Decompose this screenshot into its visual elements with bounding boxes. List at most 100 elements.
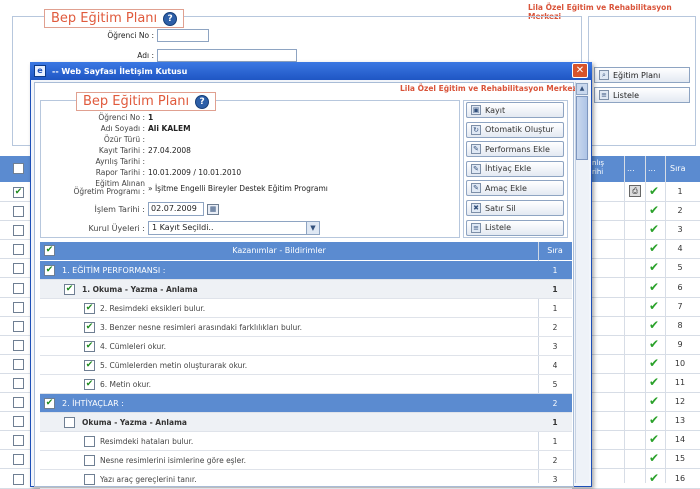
row-checkbox[interactable] (13, 339, 24, 351)
check-icon[interactable]: ✔ (649, 318, 659, 332)
row-checkbox[interactable] (13, 263, 24, 275)
check-icon[interactable]: ✔ (649, 413, 659, 427)
table-group-row: Okuma - Yazma - Anlama 1 (40, 413, 572, 432)
bg-listele-button[interactable]: ≡ Listele (594, 87, 690, 103)
row-checkbox[interactable]: ✔ (84, 322, 95, 333)
field-label: Rapor Tarihi : (95, 167, 145, 177)
calendar-icon[interactable]: ▦ (207, 203, 219, 215)
bg-name-input[interactable] (157, 49, 297, 62)
field-value: 10.01.2009 / 10.01.2010 (148, 167, 242, 177)
row-checkbox[interactable]: ✔ (13, 187, 24, 198)
check-icon[interactable]: ✔ (649, 260, 659, 274)
row-checkbox[interactable] (84, 474, 95, 485)
row-checkbox[interactable]: ✔ (64, 284, 75, 295)
row-checkbox[interactable] (13, 358, 24, 370)
select-all-checkbox[interactable]: ✔ (44, 245, 55, 256)
row-checkbox[interactable]: ✔ (84, 360, 95, 371)
trash-icon: ✖ (471, 203, 481, 213)
check-icon[interactable]: ✔ (649, 356, 659, 370)
row-checkbox[interactable] (84, 455, 95, 466)
row-checkbox[interactable]: ✔ (44, 398, 55, 409)
dialog-button[interactable]: ✎ İhtiyaç Ekle (466, 160, 564, 177)
bg-field-label: Öğrenci No : (107, 31, 154, 40)
check-icon[interactable]: ✔ (649, 337, 659, 351)
bg-select-all-checkbox[interactable] (13, 163, 24, 174)
row-checkbox[interactable] (13, 244, 24, 256)
row-checkbox[interactable]: ✔ (84, 379, 95, 390)
row-checkbox[interactable]: ✔ (44, 265, 55, 276)
check-icon[interactable]: ✔ (649, 451, 659, 465)
help-icon[interactable]: ? (195, 94, 210, 109)
bg-student-no-input[interactable] (157, 29, 209, 42)
dialog-legend: Bep Eğitim Planı ? (76, 92, 217, 111)
row-text: Okuma - Yazma - Anlama (82, 418, 187, 427)
row-checkbox[interactable]: ✔ (84, 341, 95, 352)
dialog-button[interactable]: ↻ Otomatik Oluştur (466, 121, 564, 138)
row-checkbox[interactable] (13, 301, 24, 313)
dialog-titlebar[interactable]: e -- Web Sayfası İletişim Kutusu (30, 62, 592, 80)
row-checkbox[interactable] (13, 320, 24, 332)
row-sira: 2 (552, 399, 558, 408)
row-sira: 1 (552, 266, 558, 275)
bg-egitim-plani-button[interactable]: ⌕ Eğitim Planı (594, 67, 690, 83)
row-checkbox[interactable] (13, 454, 24, 466)
check-icon[interactable]: ✔ (649, 222, 659, 236)
button-label: Satır Sil (485, 203, 516, 213)
row-sira: 2 (552, 456, 558, 465)
row-sira: 1 (552, 304, 558, 313)
kurul-select[interactable]: 1 Kayıt Seçildi.. ▼ (148, 221, 320, 235)
row-checkbox[interactable] (84, 436, 95, 447)
print-icon[interactable]: ⎙ (629, 185, 641, 197)
table-row: ✔ 6. Metin okur. 5 (40, 375, 572, 394)
dialog-legend-title: Bep Eğitim Planı (83, 94, 190, 109)
field-label-line: Öğretim Programı : (73, 187, 145, 196)
check-icon[interactable]: ✔ (649, 394, 659, 408)
check-icon[interactable]: ✔ (649, 375, 659, 389)
scroll-up-button[interactable]: ▲ (576, 83, 588, 95)
field-value: » İşitme Engelli Bireyler Destek Eğitim … (148, 183, 328, 193)
dialog-button[interactable]: ✖ Satır Sil (466, 200, 564, 216)
field-value: 27.04.2008 (148, 145, 191, 155)
field-label: Eğitim Alınan Öğretim Programı : (44, 180, 148, 196)
row-checkbox[interactable] (13, 435, 24, 447)
row-checkbox[interactable] (64, 417, 75, 428)
edit-icon: ✎ (471, 144, 481, 155)
dialog-button[interactable]: ✎ Performans Ekle (466, 141, 564, 158)
dialog-button[interactable]: ≡ Listele (466, 219, 564, 236)
row-checkbox[interactable]: ✔ (84, 303, 95, 314)
row-text: 6. Metin okur. (100, 380, 152, 389)
dialog-button[interactable]: ▣ Kayıt (466, 102, 564, 118)
bg-legend-title: Bep Eğitim Planı (51, 11, 158, 26)
row-checkbox[interactable] (13, 225, 24, 237)
scroll-thumb[interactable] (576, 96, 588, 160)
field-islem-tarihi: İşlem Tarihi : 02.07.2009 ▦ (44, 202, 219, 216)
row-checkbox[interactable] (13, 397, 24, 409)
row-checkbox[interactable] (13, 282, 24, 294)
check-icon[interactable]: ✔ (649, 203, 659, 217)
row-sira: 2 (552, 323, 558, 332)
row-sira: 3 (552, 342, 558, 351)
row-sira: 1 (552, 437, 558, 446)
check-icon[interactable]: ✔ (649, 184, 659, 198)
check-icon[interactable]: ✔ (649, 280, 659, 294)
table-header-title: Kazanımlar - Bildirimler (232, 246, 326, 255)
button-label: Otomatik Oluştur (485, 125, 554, 135)
dialog-button[interactable]: ✎ Amaç Ekle (466, 180, 564, 197)
row-number: 11 (674, 378, 686, 387)
check-icon[interactable]: ✔ (649, 471, 659, 485)
row-text: 1. EĞİTİM PERFORMANSI : (62, 266, 166, 275)
check-icon[interactable]: ✔ (649, 299, 659, 313)
row-checkbox[interactable] (13, 206, 24, 218)
close-button[interactable]: ✕ (572, 63, 588, 78)
check-icon[interactable]: ✔ (649, 241, 659, 255)
check-icon[interactable]: ✔ (649, 432, 659, 446)
save-icon: ▣ (471, 105, 481, 115)
islem-tarihi-input[interactable]: 02.07.2009 (148, 202, 204, 216)
row-checkbox[interactable] (13, 378, 24, 389)
row-number: 4 (677, 244, 683, 254)
row-checkbox[interactable] (13, 416, 24, 428)
bg-header-dots: ... (648, 164, 656, 173)
row-number: 14 (674, 435, 686, 445)
help-icon[interactable]: ? (163, 11, 178, 26)
row-number: 6 (677, 282, 683, 292)
